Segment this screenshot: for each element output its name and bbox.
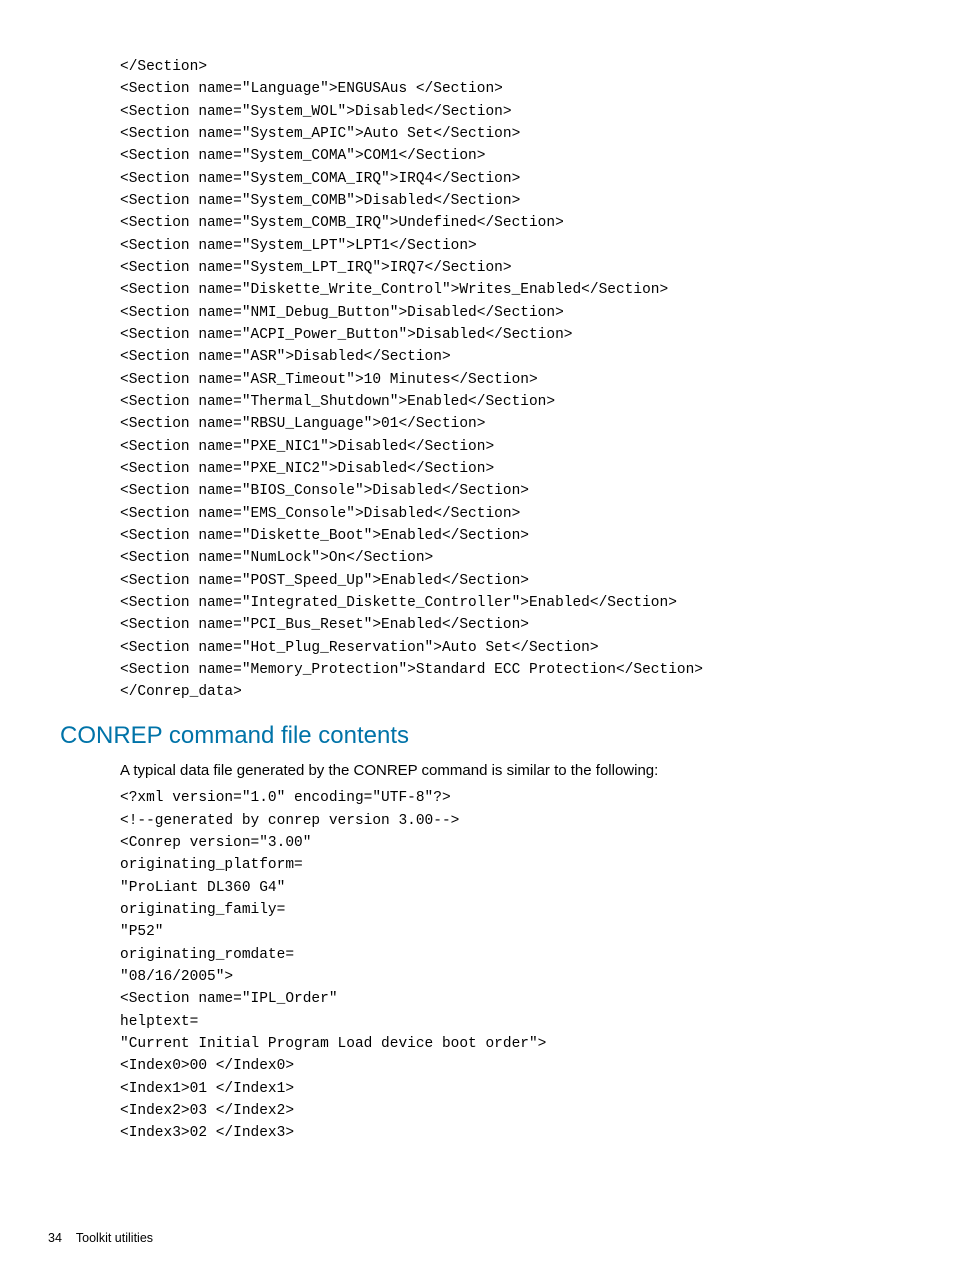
page-content: </Section> <Section name="Language">ENGU… bbox=[0, 0, 954, 1145]
page-footer: 34 Toolkit utilities bbox=[48, 1231, 153, 1245]
footer-section-label: Toolkit utilities bbox=[76, 1231, 153, 1245]
code-block-conrep-xml-example: <?xml version="1.0" encoding="UTF-8"?> <… bbox=[120, 787, 894, 1144]
code-block-conrep-sections: </Section> <Section name="Language">ENGU… bbox=[120, 56, 894, 704]
section-heading-conrep-command-file: CONREP command file contents bbox=[60, 722, 894, 750]
body-paragraph: A typical data file generated by the CON… bbox=[120, 760, 894, 782]
page-number: 34 bbox=[48, 1231, 62, 1245]
